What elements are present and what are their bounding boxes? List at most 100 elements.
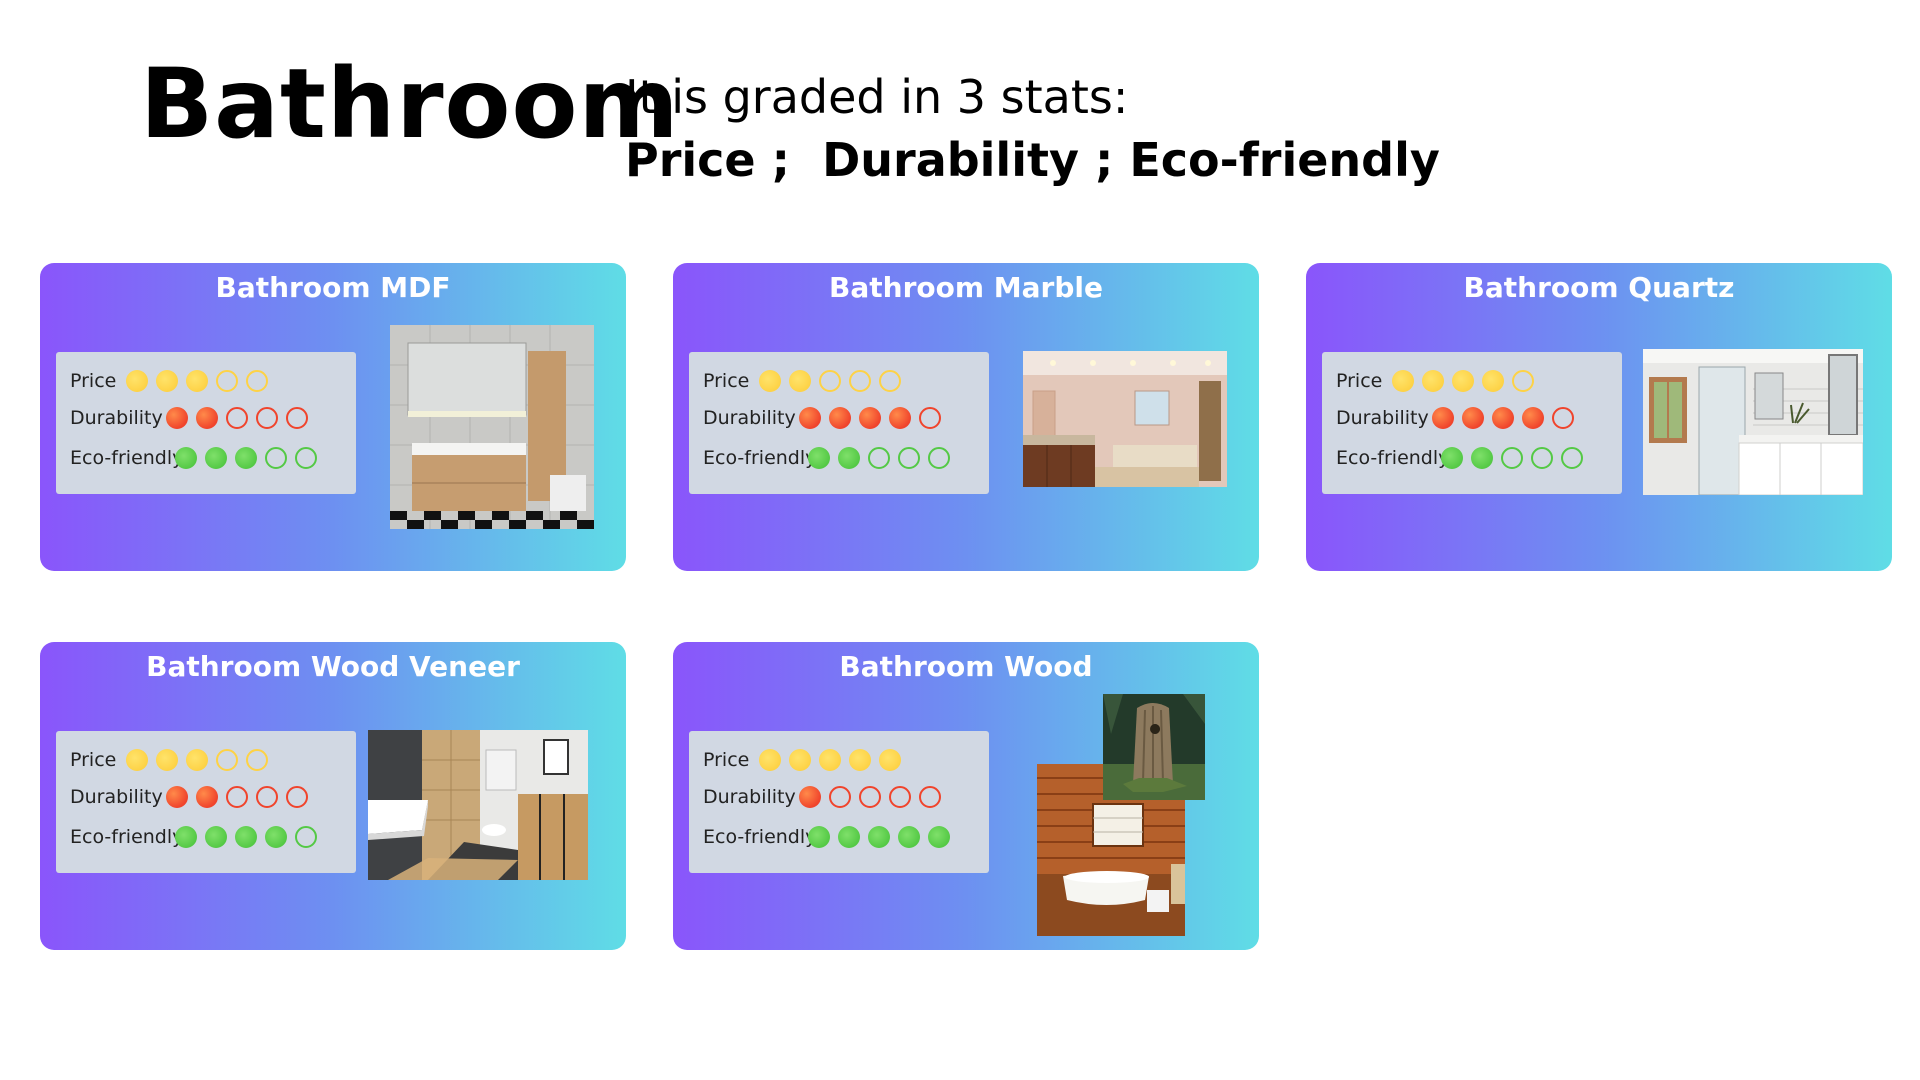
stats-box: Price Durability Eco-friendly [56,352,356,494]
card-bathroom-wood: Bathroom Wood Price Durability Eco-frien… [673,642,1259,950]
stat-row-eco: Eco-friendly [70,443,183,473]
marble-bathroom-photo [1023,351,1227,487]
rating-eco [808,826,958,848]
stat-row-eco: Eco-friendly [1336,443,1449,473]
stat-label-price: Price [703,370,750,392]
rating-dot-filled [265,826,287,848]
card-bathroom-quartz: Bathroom Quartz Price Durability Eco-fri… [1306,263,1892,571]
rating-eco [808,447,958,469]
mdf-vanity-photo [390,325,594,529]
stat-row-durability: Durability [70,782,163,812]
rating-dot-empty [1531,447,1553,469]
rating-dot-filled [799,786,821,808]
rating-dot-filled [759,370,781,392]
rating-dot-filled [156,749,178,771]
stat-label-eco: Eco-friendly [70,447,184,469]
rating-dot-empty [829,786,851,808]
subtitle-line-2: Price ; Durability ; Eco-friendly [625,133,1440,187]
rating-price [759,749,909,771]
rating-dot-empty [928,447,950,469]
rating-dot-empty [1552,407,1574,429]
stat-label-eco: Eco-friendly [703,826,817,848]
subtitle-line-1: It is graded in 3 stats: [625,70,1129,124]
rating-dot-filled [799,407,821,429]
stat-label-durability: Durability [703,407,796,429]
stat-row-durability: Durability [70,403,163,433]
stat-label-eco: Eco-friendly [1336,447,1450,469]
rating-dot-filled [1522,407,1544,429]
stat-row-price: Price [1336,366,1382,396]
rating-dot-filled [928,826,950,848]
stat-label-durability: Durability [703,786,796,808]
stat-label-eco: Eco-friendly [70,826,184,848]
rating-dot-empty [286,407,308,429]
rating-dot-filled [1452,370,1474,392]
rating-dot-filled [196,786,218,808]
rating-durability [799,786,949,808]
stat-row-eco: Eco-friendly [703,822,816,852]
stat-label-durability: Durability [70,407,163,429]
rating-dot-filled [1392,370,1414,392]
rating-eco [175,826,325,848]
stat-row-eco: Eco-friendly [703,443,816,473]
rating-dot-empty [216,749,238,771]
rating-dot-empty [295,447,317,469]
rating-dot-filled [186,370,208,392]
stat-label-price: Price [70,749,117,771]
rating-durability [166,407,316,429]
rating-dot-filled [1432,407,1454,429]
rating-dot-filled [126,749,148,771]
card-title: Bathroom MDF [215,271,451,304]
outhouse-tree-photo [1103,694,1205,800]
stat-row-price: Price [703,745,749,775]
rating-dot-empty [1561,447,1583,469]
page-title: Bathroom [140,48,680,160]
rating-dot-filled [879,749,901,771]
card-title: Bathroom Wood Veneer [146,650,520,683]
rating-dot-filled [235,826,257,848]
rating-dot-filled [126,370,148,392]
rating-dot-filled [186,749,208,771]
card-bathroom-wood-veneer: Bathroom Wood Veneer Price Durability Ec… [40,642,626,950]
stat-row-price: Price [703,366,749,396]
rating-dot-filled [808,826,830,848]
rating-dot-empty [849,370,871,392]
rating-dot-filled [898,826,920,848]
rating-durability [166,786,316,808]
rating-dot-empty [919,407,941,429]
rating-dot-filled [175,826,197,848]
rating-dot-filled [1471,447,1493,469]
rating-price [126,370,276,392]
rating-dot-empty [1512,370,1534,392]
rating-dot-empty [1501,447,1523,469]
stat-label-price: Price [703,749,750,771]
rating-price [759,370,909,392]
rating-dot-empty [265,447,287,469]
rating-dot-filled [156,370,178,392]
rating-dot-filled [759,749,781,771]
rating-dot-empty [246,370,268,392]
stat-row-durability: Durability [703,782,796,812]
stats-box: Price Durability Eco-friendly [689,352,989,494]
rating-dot-empty [226,407,248,429]
rating-durability [1432,407,1582,429]
rating-dot-empty [879,370,901,392]
rating-dot-filled [859,407,881,429]
rating-dot-empty [868,447,890,469]
stat-row-durability: Durability [703,403,796,433]
rating-dot-empty [919,786,941,808]
rating-price [126,749,276,771]
rating-dot-filled [175,447,197,469]
rating-dot-filled [829,407,851,429]
card-title: Bathroom Quartz [1463,271,1735,304]
stat-row-eco: Eco-friendly [70,822,183,852]
rating-dot-filled [868,826,890,848]
rating-dot-empty [859,786,881,808]
rating-dot-filled [889,407,911,429]
rating-dot-filled [849,749,871,771]
rating-dot-filled [166,407,188,429]
stat-row-durability: Durability [1336,403,1429,433]
rating-dot-filled [196,407,218,429]
rating-dot-empty [256,786,278,808]
stats-box: Price Durability Eco-friendly [56,731,356,873]
